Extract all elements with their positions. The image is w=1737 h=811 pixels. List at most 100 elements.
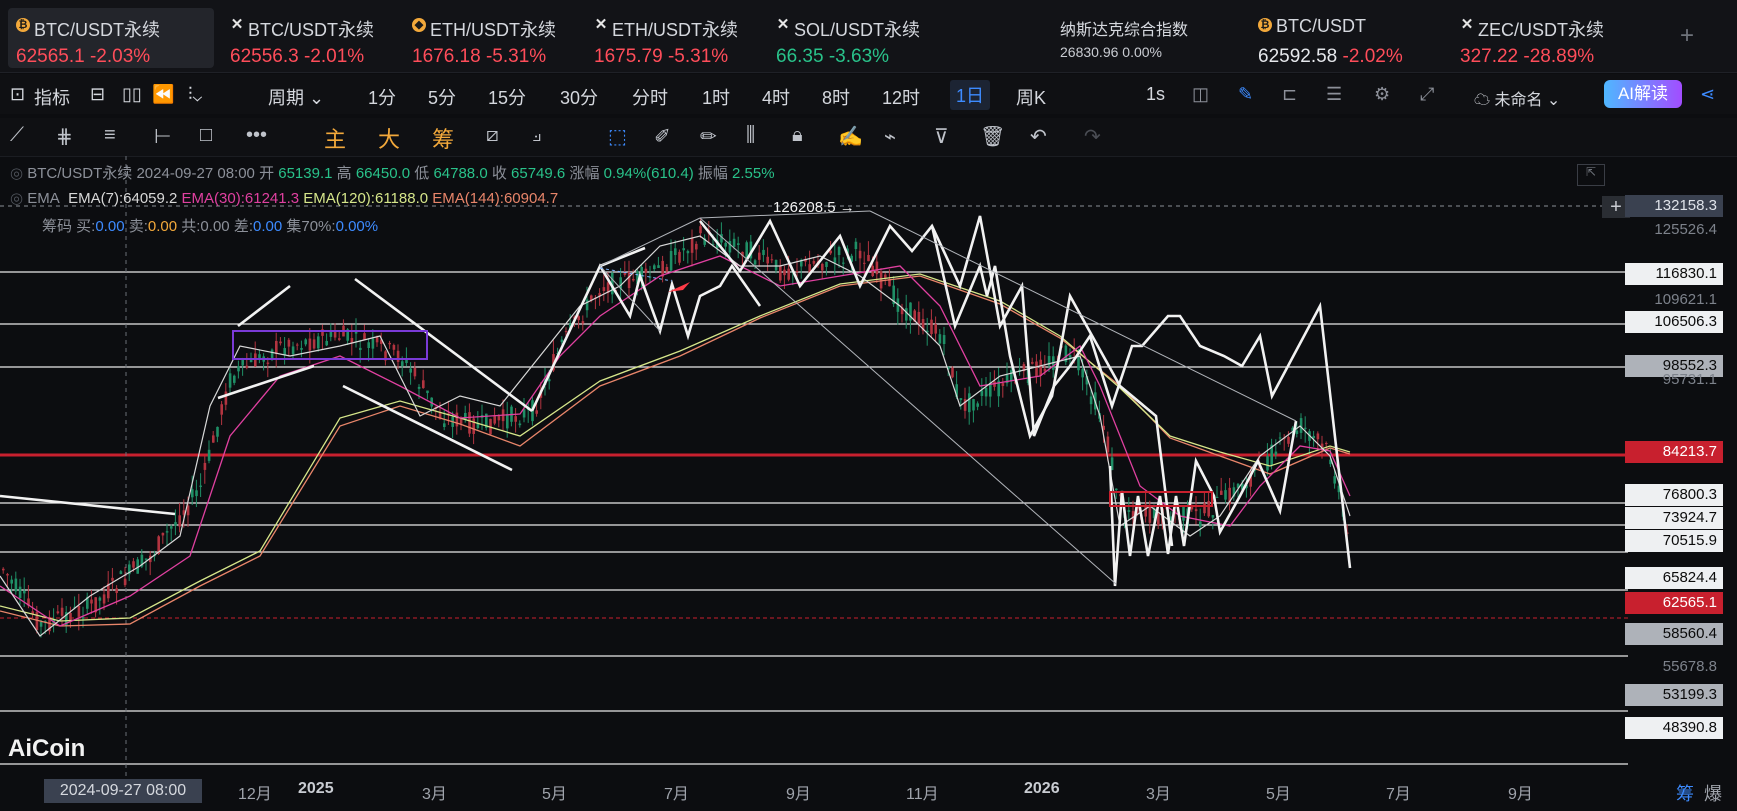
multi-chart-icon[interactable]: ▯▯ xyxy=(122,84,142,105)
candle-body xyxy=(678,251,681,263)
candle-body xyxy=(787,268,790,280)
candle-body xyxy=(1304,427,1307,429)
candle-body xyxy=(930,319,933,334)
candle-body xyxy=(980,390,984,396)
candle-body xyxy=(737,243,740,246)
layout-name-dropdown[interactable]: ☁ 未命名 ⌄ xyxy=(1474,86,1560,110)
candle-body xyxy=(165,531,169,533)
measure-icon[interactable]: ⧄ xyxy=(486,124,499,147)
delete-icon[interactable]: 🗑︎ xyxy=(980,124,1005,149)
coin-icon: ₿ xyxy=(1258,18,1272,32)
tab-btc-perp[interactable]: ₿ BTC/USDT永续 62565.1 -2.03% xyxy=(8,8,214,68)
line-tool-icon[interactable]: ⟋ xyxy=(10,124,24,147)
candle-body xyxy=(464,412,467,420)
tab-eth-perp[interactable]: ◆ ETH/USDT永续 1676.18 -5.31% xyxy=(404,8,584,68)
tab-sol-perp[interactable]: ✕ SOL/USDT永续 66.35 -3.63% xyxy=(768,8,948,68)
tab-eth-perp-2[interactable]: ✕ ETH/USDT永续 1675.79 -5.31% xyxy=(586,8,766,68)
liquidation-toggle[interactable]: 爆 xyxy=(1704,780,1722,806)
candle-body xyxy=(795,271,799,273)
interval-1h[interactable]: 1时 xyxy=(702,84,730,110)
add-tab-button[interactable]: + xyxy=(1680,22,1694,50)
group-icon[interactable]: ⫼ xyxy=(746,124,755,147)
candle-body xyxy=(984,387,988,397)
main-toggle[interactable]: 主 xyxy=(324,122,346,154)
camera-icon[interactable]: ◫ xyxy=(1192,84,1209,105)
interval-5m[interactable]: 5分 xyxy=(428,84,456,110)
interval-timeshare[interactable]: 分时 xyxy=(632,84,668,110)
candle-body xyxy=(392,345,396,350)
candle-body xyxy=(178,515,181,527)
period-dropdown[interactable]: 周期 ⌄ xyxy=(268,84,324,110)
candle-body xyxy=(879,271,883,289)
chip-toggle-bottom[interactable]: 筹 xyxy=(1676,780,1694,806)
interval-1d[interactable]: 1日 xyxy=(950,80,991,110)
interval-12h[interactable]: 12时 xyxy=(882,84,920,110)
candle-body xyxy=(23,590,26,594)
candle-body xyxy=(81,617,85,619)
rect-tool-icon[interactable]: □ xyxy=(200,124,212,147)
redo-icon[interactable]: ↷ xyxy=(1084,124,1101,149)
interval-30m[interactable]: 30分 xyxy=(560,84,598,110)
fib-tool-icon[interactable]: ≡ xyxy=(104,124,116,147)
candle-type-icon[interactable]: ⫶⌄ xyxy=(188,84,202,105)
interval-15m[interactable]: 15分 xyxy=(488,84,526,110)
candle-body xyxy=(333,331,337,338)
ema-label[interactable]: EMA xyxy=(27,190,60,207)
candle-body xyxy=(161,532,165,536)
ema120-line xyxy=(0,273,1351,622)
replay-icon[interactable]: ⏪ xyxy=(152,84,174,105)
interval-4h[interactable]: 4时 xyxy=(762,84,790,110)
candle-body xyxy=(863,262,866,264)
pen-icon[interactable]: ✎ xyxy=(1238,84,1253,105)
candle-body xyxy=(665,266,669,272)
candle-body xyxy=(867,254,870,262)
tab-name: BTC/USDT xyxy=(1276,16,1366,36)
candle-body xyxy=(632,278,635,281)
alert-icon[interactable]: ⊏ xyxy=(1282,84,1297,105)
share-icon[interactable]: ⋖ xyxy=(1700,84,1715,105)
indicator-icon[interactable]: ⊡ xyxy=(10,84,25,105)
interval-week[interactable]: 周K xyxy=(1016,84,1046,110)
layout-icon[interactable]: ⊟ xyxy=(90,84,105,105)
tab-nasdaq[interactable]: 纳斯达克综合指数 26830.96 0.00% xyxy=(1050,8,1240,68)
candle-body xyxy=(312,339,316,349)
coin-icon: ◆ xyxy=(412,18,426,32)
interval-1m[interactable]: 1分 xyxy=(368,84,396,110)
big-toggle[interactable]: 大 xyxy=(378,122,400,154)
undo-icon[interactable]: ↶ xyxy=(1030,124,1047,149)
settings-icon[interactable]: ⚙ xyxy=(1374,84,1390,105)
candle-body xyxy=(174,522,177,526)
lock-icon[interactable]: 🔒︎ xyxy=(792,124,803,147)
collapse-icon[interactable]: ⇱ xyxy=(1577,164,1605,186)
edit-icon[interactable]: ✍ xyxy=(838,124,863,149)
indicators-button[interactable]: 指标 xyxy=(34,84,70,110)
tab-zec-perp[interactable]: ✕ ZEC/USDT永续 327.22 -28.89% xyxy=(1452,8,1632,68)
hline-tool-icon[interactable]: ⊢ xyxy=(154,124,171,149)
eye-icon[interactable]: ◎ xyxy=(10,190,23,207)
candle-body xyxy=(60,607,64,616)
interval-1s[interactable]: 1s xyxy=(1146,84,1165,105)
filter-icon[interactable]: ⊽ xyxy=(934,124,949,149)
tab-btc-spot[interactable]: ₿ BTC/USDT 62592.58 -2.02% xyxy=(1250,8,1430,68)
measure-tool-icon[interactable]: ✐ xyxy=(654,124,671,149)
tab-price: 1676.18 -5.31% xyxy=(412,46,547,67)
fullscreen-icon[interactable]: ⤢ xyxy=(1420,84,1434,105)
ruler-icon[interactable]: ⟓ xyxy=(532,124,541,147)
price-label: 55678.8 xyxy=(1662,658,1717,675)
more-tools-icon[interactable]: ••• xyxy=(246,124,267,147)
parallel-tool-icon[interactable]: ⋕ xyxy=(56,124,73,149)
list-icon[interactable]: ☰ xyxy=(1326,84,1342,105)
tab-btc-perp-2[interactable]: ✕ BTC/USDT永续 62556.3 -2.01% xyxy=(222,8,402,68)
candle-body xyxy=(245,365,249,368)
price-chart[interactable]: 126208.5 → AiCoin xyxy=(0,156,1737,776)
candle-body xyxy=(686,250,690,254)
candle-body xyxy=(728,241,732,253)
chip-toggle[interactable]: 筹 xyxy=(432,122,454,154)
interval-8h[interactable]: 8时 xyxy=(822,84,850,110)
select-icon[interactable]: ⬚ xyxy=(608,124,627,149)
magnet-icon[interactable]: ⌁ xyxy=(884,124,896,149)
candle-body xyxy=(1182,506,1185,521)
candle-body xyxy=(1127,510,1131,512)
ai-interpret-button[interactable]: AI解读 xyxy=(1604,80,1682,108)
brush-icon[interactable]: ✏ xyxy=(700,124,717,149)
